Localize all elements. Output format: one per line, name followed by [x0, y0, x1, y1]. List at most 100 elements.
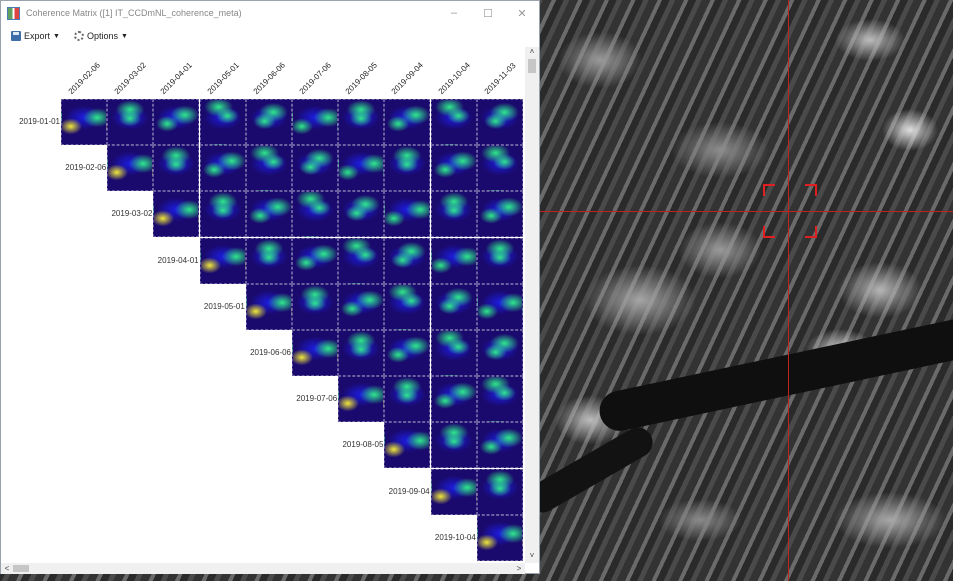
close-button[interactable]: ✕: [505, 1, 539, 25]
chevron-down-icon: ▼: [120, 32, 128, 40]
vertical-scroll-thumb[interactable]: [528, 59, 536, 73]
coherence-cell[interactable]: [199, 99, 246, 145]
scroll-down-button[interactable]: ˅: [525, 551, 539, 563]
coherence-cell[interactable]: [476, 514, 523, 561]
coherence-cell[interactable]: [107, 99, 154, 145]
row-label: 2019-09-04: [388, 486, 430, 496]
row-label: 2019-07-06: [296, 394, 338, 404]
coherence-cell[interactable]: [384, 191, 431, 238]
coherence-cell[interactable]: [476, 145, 523, 192]
coherence-cell[interactable]: [476, 99, 523, 145]
coherence-cell[interactable]: [476, 376, 523, 423]
coherence-cell[interactable]: [292, 99, 338, 145]
coherence-cell[interactable]: [199, 237, 246, 284]
coherence-cell[interactable]: [338, 330, 385, 376]
coherence-cell[interactable]: [384, 376, 431, 423]
coherence-cell[interactable]: [245, 237, 292, 284]
window-title: Coherence Matrix ([1] IT_CCDmNL_coherenc…: [26, 8, 242, 18]
coherence-cell[interactable]: [245, 145, 292, 192]
row-label: 2019-03-02: [111, 209, 153, 219]
coherence-cell[interactable]: [430, 145, 477, 192]
row-label: 2019-06-06: [250, 348, 291, 357]
coherence-cell[interactable]: [338, 145, 385, 192]
chevron-down-icon: ▼: [53, 32, 60, 40]
target-marker: [763, 184, 817, 238]
column-label: 2019-04-01: [159, 60, 195, 96]
options-menu-button[interactable]: Options ▼: [73, 31, 128, 41]
coherence-cell[interactable]: [384, 330, 431, 376]
coherence-cell[interactable]: [384, 422, 431, 469]
coherence-cell[interactable]: [107, 145, 154, 192]
coherence-cell[interactable]: [338, 99, 385, 145]
coherence-cell[interactable]: [292, 145, 338, 192]
coherence-cell[interactable]: [153, 145, 200, 192]
options-label: Options: [86, 31, 118, 41]
coherence-cell[interactable]: [430, 99, 477, 145]
app-icon: [7, 6, 20, 20]
coherence-cell[interactable]: [430, 283, 477, 330]
coherence-cell[interactable]: [245, 191, 292, 238]
coherence-cell[interactable]: [384, 283, 431, 330]
column-label: 2019-02-06: [66, 60, 102, 96]
crosshair-vertical-line: [788, 0, 789, 581]
horizontal-scrollbar[interactable]: < >: [1, 563, 525, 574]
row-label: 2019-04-01: [157, 255, 199, 265]
gear-icon: [73, 31, 84, 41]
coherence-cell[interactable]: [292, 330, 338, 376]
coherence-cell[interactable]: [292, 191, 338, 238]
column-label: 2019-11-03: [482, 61, 518, 96]
coherence-matrix-window[interactable]: Coherence Matrix ([1] IT_CCDmNL_coherenc…: [0, 0, 540, 574]
coherence-cell[interactable]: [430, 330, 477, 376]
minimize-button[interactable]: –: [437, 1, 471, 25]
column-label: 2019-09-04: [390, 60, 426, 96]
scroll-left-button[interactable]: <: [1, 563, 13, 574]
row-label: 2019-08-05: [342, 440, 384, 450]
horizontal-scroll-thumb[interactable]: [13, 565, 29, 572]
export-menu-button[interactable]: Export ▼: [11, 31, 60, 41]
coherence-cell[interactable]: [384, 237, 431, 284]
coherence-cell[interactable]: [245, 99, 292, 145]
coherence-cell[interactable]: [292, 283, 338, 330]
column-label: 2019-07-06: [297, 60, 333, 96]
coherence-cell[interactable]: [61, 99, 107, 145]
export-label: Export: [24, 31, 51, 41]
coherence-cell[interactable]: [476, 468, 523, 515]
coherence-cell[interactable]: [430, 237, 477, 284]
coherence-cell[interactable]: [245, 283, 292, 330]
coherence-cell[interactable]: [153, 99, 200, 145]
coherence-cell[interactable]: [153, 191, 200, 238]
vertical-scrollbar[interactable]: ˄ ˅: [525, 47, 539, 563]
column-label: 2019-05-01: [205, 60, 241, 96]
column-label: 2019-08-05: [343, 60, 380, 96]
column-label: 2019-03-02: [112, 60, 149, 96]
coherence-cell[interactable]: [476, 330, 523, 376]
coherence-cell[interactable]: [338, 191, 385, 238]
coherence-cell[interactable]: [338, 237, 385, 284]
coherence-cell[interactable]: [476, 283, 523, 330]
column-label: 2019-06-06: [251, 60, 287, 96]
coherence-cell[interactable]: [430, 376, 477, 423]
coherence-cell[interactable]: [199, 191, 246, 238]
window-titlebar[interactable]: Coherence Matrix ([1] IT_CCDmNL_coherenc…: [1, 1, 539, 25]
row-label: 2019-01-01: [19, 117, 60, 126]
maximize-button[interactable]: ☐: [471, 1, 505, 25]
coherence-cell[interactable]: [476, 191, 523, 238]
row-label: 2019-05-01: [203, 301, 245, 311]
coherence-cell[interactable]: [338, 376, 385, 423]
coherence-cell[interactable]: [476, 422, 523, 469]
row-label: 2019-02-06: [65, 163, 107, 173]
crosshair-horizontal-line: [530, 211, 953, 212]
scroll-up-button[interactable]: ˄: [525, 47, 539, 59]
coherence-cell[interactable]: [338, 283, 385, 330]
scroll-right-button[interactable]: >: [513, 563, 525, 574]
coherence-cell[interactable]: [292, 237, 338, 284]
coherence-cell[interactable]: [476, 237, 523, 284]
coherence-cell[interactable]: [199, 145, 246, 192]
toolbar: Export ▼ Options ▼: [1, 25, 539, 47]
coherence-cell[interactable]: [430, 468, 477, 515]
coherence-cell[interactable]: [430, 422, 477, 469]
coherence-cell[interactable]: [384, 99, 431, 145]
coherence-cell[interactable]: [384, 145, 431, 192]
row-label: 2019-10-04: [434, 532, 476, 542]
coherence-cell[interactable]: [430, 191, 477, 238]
